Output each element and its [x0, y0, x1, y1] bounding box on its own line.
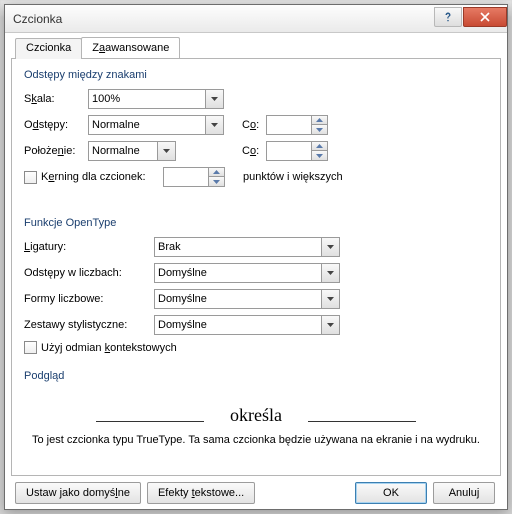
spacing-by-label: Co: [242, 119, 266, 131]
tab-strip: Czcionka Zaawansowane [11, 37, 501, 59]
scale-label: Skala: [24, 93, 88, 105]
close-button[interactable] [463, 7, 507, 27]
spacing-by-spin[interactable] [266, 115, 328, 135]
number-spacing-input[interactable] [154, 263, 322, 283]
cancel-button[interactable]: Anuluj [433, 482, 495, 504]
chevron-up-icon[interactable] [312, 115, 328, 125]
titlebar: Czcionka [5, 5, 507, 33]
stylistic-sets-input[interactable] [154, 315, 322, 335]
tab-font[interactable]: Czcionka [15, 38, 82, 59]
contextual-label: Użyj odmian kontekstowych [41, 342, 177, 354]
preview-title: Podgląd [24, 370, 490, 382]
ligatures-input[interactable] [154, 237, 322, 257]
position-input[interactable] [88, 141, 158, 161]
chevron-down-icon[interactable] [322, 289, 340, 309]
kerning-spin[interactable] [163, 167, 225, 187]
scale-input[interactable] [88, 89, 206, 109]
chevron-down-icon[interactable] [322, 315, 340, 335]
chevron-down-icon[interactable] [158, 141, 176, 161]
stylistic-sets-label: Zestawy stylistyczne: [24, 319, 154, 331]
chevron-down-icon[interactable] [322, 237, 340, 257]
preview-line-right [308, 421, 416, 422]
number-forms-label: Formy liczbowe: [24, 293, 154, 305]
position-by-label: Co: [242, 145, 266, 157]
spacing-input[interactable] [88, 115, 206, 135]
scale-combo[interactable] [88, 89, 224, 109]
spacing-by-input[interactable] [266, 115, 312, 135]
window-title: Czcionka [13, 12, 434, 26]
number-spacing-combo[interactable] [154, 263, 340, 283]
ok-button[interactable]: OK [355, 482, 427, 504]
number-forms-input[interactable] [154, 289, 322, 309]
contextual-checkbox[interactable] [24, 341, 37, 354]
position-combo[interactable] [88, 141, 176, 161]
chevron-down-icon[interactable] [206, 89, 224, 109]
kerning-input[interactable] [163, 167, 209, 187]
position-label: Położenie: [24, 145, 88, 157]
preview-description: To jest czcionka typu TrueType. Ta sama … [24, 434, 488, 446]
set-default-button[interactable]: Ustaw jako domyślne [15, 482, 141, 504]
spacing-combo[interactable] [88, 115, 224, 135]
chevron-up-icon[interactable] [312, 141, 328, 151]
help-button[interactable] [434, 7, 462, 27]
position-by-input[interactable] [266, 141, 312, 161]
font-dialog: Czcionka Czcionka Zaawansowane Odstępy m… [4, 4, 508, 510]
chevron-down-icon[interactable] [209, 177, 225, 187]
chevron-down-icon[interactable] [206, 115, 224, 135]
spacing-label: Odstępy: [24, 119, 88, 131]
chevron-down-icon[interactable] [312, 125, 328, 135]
character-spacing-title: Odstępy między znakami [24, 69, 490, 81]
ligatures-label: Ligatury: [24, 241, 154, 253]
panel-advanced: Odstępy między znakami Skala: Odstępy: C [11, 59, 501, 476]
ligatures-combo[interactable] [154, 237, 340, 257]
stylistic-sets-combo[interactable] [154, 315, 340, 335]
chevron-down-icon[interactable] [322, 263, 340, 283]
position-by-spin[interactable] [266, 141, 328, 161]
kerning-checkbox[interactable] [24, 171, 37, 184]
tab-advanced[interactable]: Zaawansowane [81, 37, 180, 58]
number-forms-combo[interactable] [154, 289, 340, 309]
kerning-label: Kerning dla czcionek: [41, 171, 163, 183]
dialog-footer: Ustaw jako domyślne Efekty tekstowe... O… [11, 476, 501, 504]
preview-line-left [96, 421, 204, 422]
number-spacing-label: Odstępy w liczbach: [24, 267, 154, 279]
chevron-up-icon[interactable] [209, 167, 225, 177]
text-effects-button[interactable]: Efekty tekstowe... [147, 482, 255, 504]
opentype-title: Funkcje OpenType [24, 217, 490, 229]
preview-box: określa [24, 390, 488, 428]
kerning-after-label: punktów i większych [243, 171, 343, 183]
chevron-down-icon[interactable] [312, 151, 328, 161]
preview-sample: określa [212, 405, 300, 428]
